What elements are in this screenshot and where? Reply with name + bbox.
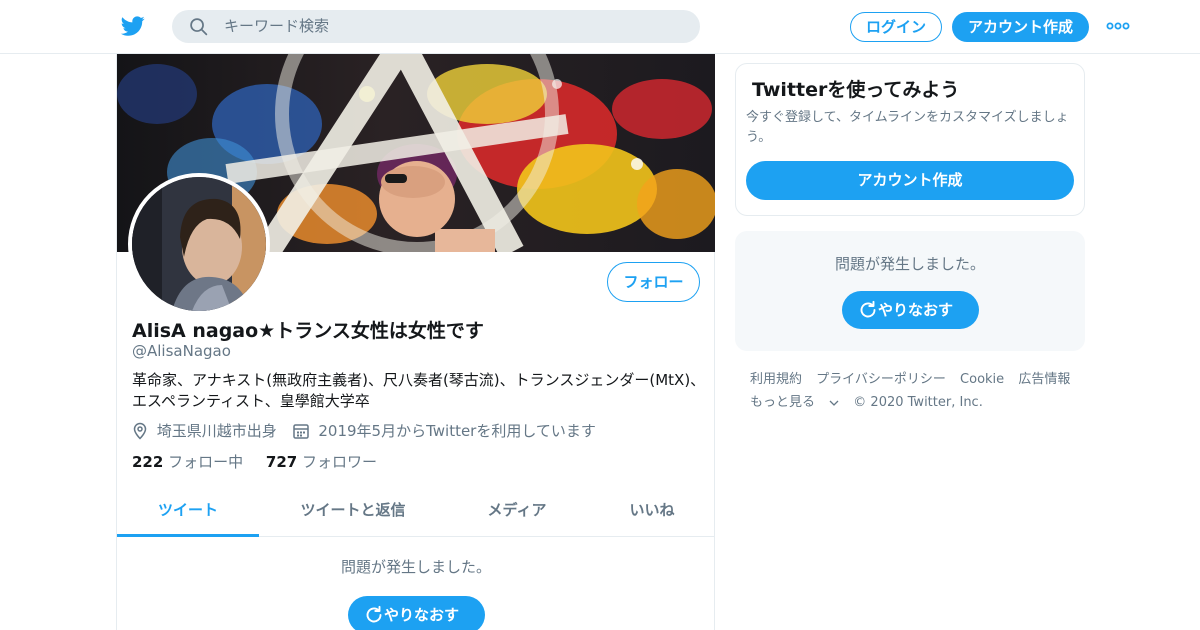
refresh-icon — [860, 300, 876, 318]
chevron-down-icon — [829, 400, 839, 406]
search-placeholder: キーワード検索 — [224, 17, 330, 35]
search-input[interactable]: キーワード検索 — [172, 10, 700, 43]
calendar-icon — [292, 423, 309, 439]
timeline-error-message: 問題が発生しました。 — [340, 558, 491, 576]
sidebar-error-card: 問題が発生しました。 やりなおす — [735, 231, 1085, 351]
signup-card-button[interactable]: アカウント作成 — [746, 161, 1074, 200]
sidebar-footer: 利用規約 プライバシーポリシー Cookie 広告情報 もっと見る © 2020… — [750, 368, 1085, 414]
login-button[interactable]: ログイン — [850, 12, 942, 42]
twitter-bird-logo-icon[interactable] — [120, 14, 146, 38]
profile-stats: 222 フォロー中 727 フォロワー — [132, 451, 377, 472]
profile-bio: 革命家、アナキスト(無政府主義者)、尺八奏者(琴古流)、トランスジェンダー(Mt… — [132, 371, 706, 410]
timeline-retry-button[interactable]: やりなおす — [348, 596, 485, 630]
follow-button[interactable]: フォロー — [607, 262, 700, 302]
profile-handle[interactable]: @AlisaNagao — [132, 342, 231, 360]
signup-button[interactable]: アカウント作成 — [952, 12, 1089, 42]
profile-column: フォロー AlisA nagao★トランス女性は女性です @AlisaNagao… — [116, 54, 715, 630]
tab-tweets-and-replies[interactable]: ツイートと返信 — [279, 490, 427, 537]
footer-link-ads[interactable]: 広告情報 — [1018, 372, 1070, 387]
followers-stat[interactable]: 727 フォロワー — [266, 453, 377, 471]
signup-promo-card: Twitterを使ってみよう 今すぐ登録して、タイムラインをカスタマイズしましょ… — [735, 63, 1085, 216]
signup-card-title: Twitterを使ってみよう — [752, 79, 960, 101]
search-icon — [190, 18, 208, 36]
sidebar-retry-button[interactable]: やりなおす — [842, 291, 979, 329]
profile-avatar[interactable] — [128, 173, 270, 315]
tab-media[interactable]: メディア — [462, 490, 572, 537]
footer-more-link[interactable]: もっと見る — [750, 395, 843, 410]
profile-meta: 埼玉県川越市出身 2019年5月からTwitterを利用しています — [132, 420, 596, 440]
footer-link-terms[interactable]: 利用規約 — [750, 372, 802, 387]
footer-link-cookie[interactable]: Cookie — [960, 372, 1004, 387]
signup-card-subtitle: 今すぐ登録して、タイムラインをカスタマイズしましょう。 — [746, 110, 1069, 145]
top-navigation-bar: キーワード検索 ログイン アカウント作成 — [0, 0, 1200, 54]
following-stat[interactable]: 222 フォロー中 — [132, 453, 243, 471]
profile-joined-date: 2019年5月からTwitterを利用しています — [318, 422, 596, 440]
footer-link-privacy[interactable]: プライバシーポリシー — [816, 372, 946, 387]
profile-display-name: AlisA nagao★トランス女性は女性です — [132, 320, 484, 342]
tab-tweets[interactable]: ツイート — [117, 490, 259, 537]
more-dots-icon[interactable] — [1106, 18, 1130, 34]
location-pin-icon — [133, 422, 147, 440]
profile-tabs: ツイート ツイートと返信 メディア いいね — [117, 490, 715, 537]
profile-location: 埼玉県川越市出身 — [156, 422, 277, 440]
sidebar-error-message: 問題が発生しました。 — [834, 255, 985, 273]
refresh-icon — [366, 605, 382, 623]
footer-copyright: © 2020 Twitter, Inc. — [853, 395, 983, 410]
tab-likes[interactable]: いいね — [607, 490, 697, 537]
